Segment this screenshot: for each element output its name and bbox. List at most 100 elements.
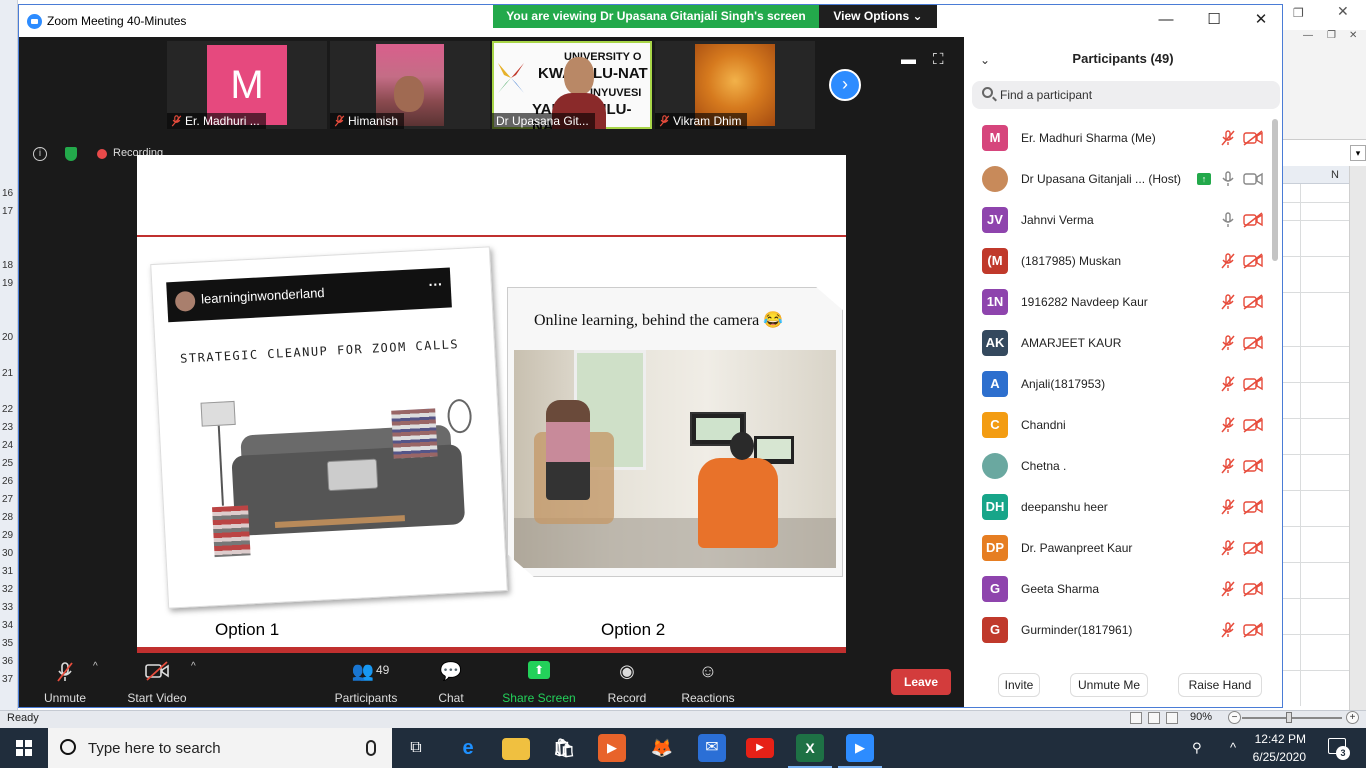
fullscreen-icon[interactable]: ⛶ <box>933 51 944 68</box>
chevron-down-icon[interactable]: ▾ <box>1350 145 1366 161</box>
unmute-button[interactable]: Unmute <box>31 653 99 707</box>
minimize-icon[interactable]: — <box>1303 30 1313 41</box>
zoom-app-icon[interactable]: ▶ <box>838 734 882 768</box>
close-button[interactable]: ✕ <box>1251 12 1271 30</box>
excel-vertical-scrollbar[interactable] <box>1349 166 1366 731</box>
participant-list-scrollbar[interactable] <box>1272 119 1278 261</box>
participants-button[interactable]: 👥 49 Participants <box>331 653 401 707</box>
store-icon[interactable]: 🛍 <box>550 734 578 762</box>
zoom-in-icon[interactable]: + <box>1346 711 1359 724</box>
maximize-button[interactable]: ☐ <box>1204 12 1224 30</box>
info-icon[interactable]: i <box>33 147 47 161</box>
video-off-icon <box>1243 335 1263 351</box>
participant-row[interactable]: A Anjali(1817953) <box>964 363 1264 404</box>
chevron-up-icon[interactable]: ^ <box>93 661 98 672</box>
mic-muted-icon <box>1221 294 1235 310</box>
people-icon[interactable]: ⚲ <box>1192 740 1202 756</box>
view-options-button[interactable]: View Options ⌄ <box>819 5 937 28</box>
start-video-button[interactable]: Start Video <box>123 653 191 707</box>
zoom-slider-track[interactable] <box>1242 717 1342 719</box>
share-screen-button[interactable]: ⬆ Share Screen <box>501 653 577 707</box>
zoom-out-icon[interactable]: − <box>1228 711 1241 724</box>
excel-icon[interactable]: X <box>788 734 832 768</box>
participant-row[interactable]: Dr Upasana Gitanjali ... (Host) ↑ <box>964 158 1264 199</box>
participant-row[interactable]: G Geeta Sharma <box>964 568 1264 609</box>
youtube-icon[interactable]: ▶ <box>746 738 774 758</box>
close-icon[interactable]: ✕ <box>1349 30 1357 41</box>
video-tile-active-speaker[interactable]: UNIVERSITY O KWAZULU-NAT INYUVESI YAKWAZ… <box>492 41 652 129</box>
participant-row[interactable]: Chetna . <box>964 445 1264 486</box>
option-1-label: Option 1 <box>215 620 280 639</box>
microphone-icon[interactable] <box>366 740 376 756</box>
participant-row[interactable]: AK AMARJEET KAUR <box>964 322 1264 363</box>
edge-icon[interactable]: e <box>454 734 482 762</box>
shield-icon[interactable] <box>65 147 77 161</box>
windows-logo-icon <box>16 740 32 756</box>
page-layout-icon[interactable] <box>1148 712 1160 724</box>
close-icon[interactable]: ✕ <box>1337 3 1349 20</box>
unmute-me-button[interactable]: Unmute Me <box>1070 673 1148 697</box>
video-off-icon <box>1243 212 1263 228</box>
chevron-down-icon: ⌄ <box>912 9 923 23</box>
participant-search[interactable] <box>972 81 1280 109</box>
task-view-icon[interactable]: ⧉ <box>402 734 430 762</box>
participant-row[interactable]: DH deepanshu heer <box>964 486 1264 527</box>
participant-row[interactable]: (M (1817985) Muskan <box>964 240 1264 281</box>
layout-toggle-icon[interactable]: ▬ <box>901 51 916 68</box>
taskbar-search-input[interactable] <box>88 728 348 768</box>
participant-row[interactable]: JV Jahnvi Verma <box>964 199 1264 240</box>
participant-row[interactable]: G Gurminder(1817961) <box>964 609 1264 650</box>
grid-line <box>1283 490 1349 491</box>
invite-button[interactable]: Invite <box>998 673 1040 697</box>
participant-search-input[interactable] <box>1000 81 1270 109</box>
zoom-slider-handle[interactable] <box>1286 712 1292 723</box>
record-label: Record <box>607 691 647 705</box>
avatar: G <box>982 617 1008 643</box>
media-player-icon[interactable]: ▶ <box>598 734 626 762</box>
normal-view-icon[interactable] <box>1130 712 1142 724</box>
participant-name: Geeta Sharma <box>1021 582 1100 596</box>
restore-icon[interactable]: ❐ <box>1293 6 1304 20</box>
chevron-up-icon[interactable]: ^ <box>191 661 196 672</box>
restore-icon[interactable]: ❐ <box>1327 30 1336 41</box>
next-page-button[interactable]: › <box>829 69 861 101</box>
share-screen-label: Share Screen <box>502 691 576 705</box>
record-button[interactable]: ◉ Record <box>595 653 659 707</box>
participant-row[interactable]: 1N 1916282 Navdeep Kaur <box>964 281 1264 322</box>
participant-name: Anjali(1817953) <box>1021 377 1106 391</box>
video-tile[interactable]: M Er. Madhuri ... <box>167 41 327 129</box>
taskbar-search[interactable] <box>48 728 392 768</box>
slide-divider <box>137 235 846 237</box>
mic-muted-icon <box>334 115 345 127</box>
participant-row[interactable]: M Er. Madhuri Sharma (Me) <box>964 117 1264 158</box>
mail-icon[interactable]: ✉ <box>698 734 726 762</box>
page-break-icon[interactable] <box>1166 712 1178 724</box>
video-off-icon <box>1243 581 1263 597</box>
chevron-up-icon[interactable]: ^ <box>1230 740 1236 755</box>
leave-button[interactable]: Leave <box>891 669 951 695</box>
clock-date[interactable]: 6/25/2020 <box>1250 750 1306 764</box>
avatar: M <box>982 125 1008 151</box>
participant-row[interactable]: C Chandni <box>964 404 1264 445</box>
mic-muted-icon <box>171 115 182 127</box>
video-tile[interactable]: Vikram Dhim <box>655 41 815 129</box>
excel-zoom-level[interactable]: 90% <box>1190 711 1212 723</box>
participant-row[interactable]: DP Dr. Pawanpreet Kaur <box>964 527 1264 568</box>
clock-time[interactable]: 12:42 PM <box>1250 732 1306 746</box>
participants-label: Participants <box>334 691 398 705</box>
video-tile[interactable]: Himanish <box>330 41 490 129</box>
reactions-button[interactable]: ☺ Reactions <box>675 653 741 707</box>
avatar: G <box>982 576 1008 602</box>
participant-name: (1817985) Muskan <box>1021 254 1122 268</box>
zoom-logo-icon <box>27 14 42 29</box>
option-2-label: Option 2 <box>601 620 666 639</box>
chevron-down-icon[interactable]: ⌄ <box>980 53 990 67</box>
minimize-button[interactable]: — <box>1156 12 1176 30</box>
raise-hand-button[interactable]: Raise Hand <box>1178 673 1262 697</box>
chat-button[interactable]: 💬 Chat <box>419 653 483 707</box>
firefox-icon[interactable]: 🦊 <box>648 734 676 762</box>
video-off-icon <box>1243 499 1263 515</box>
video-off-icon <box>1243 130 1263 146</box>
start-button[interactable] <box>0 728 48 768</box>
file-explorer-icon[interactable] <box>502 738 530 760</box>
